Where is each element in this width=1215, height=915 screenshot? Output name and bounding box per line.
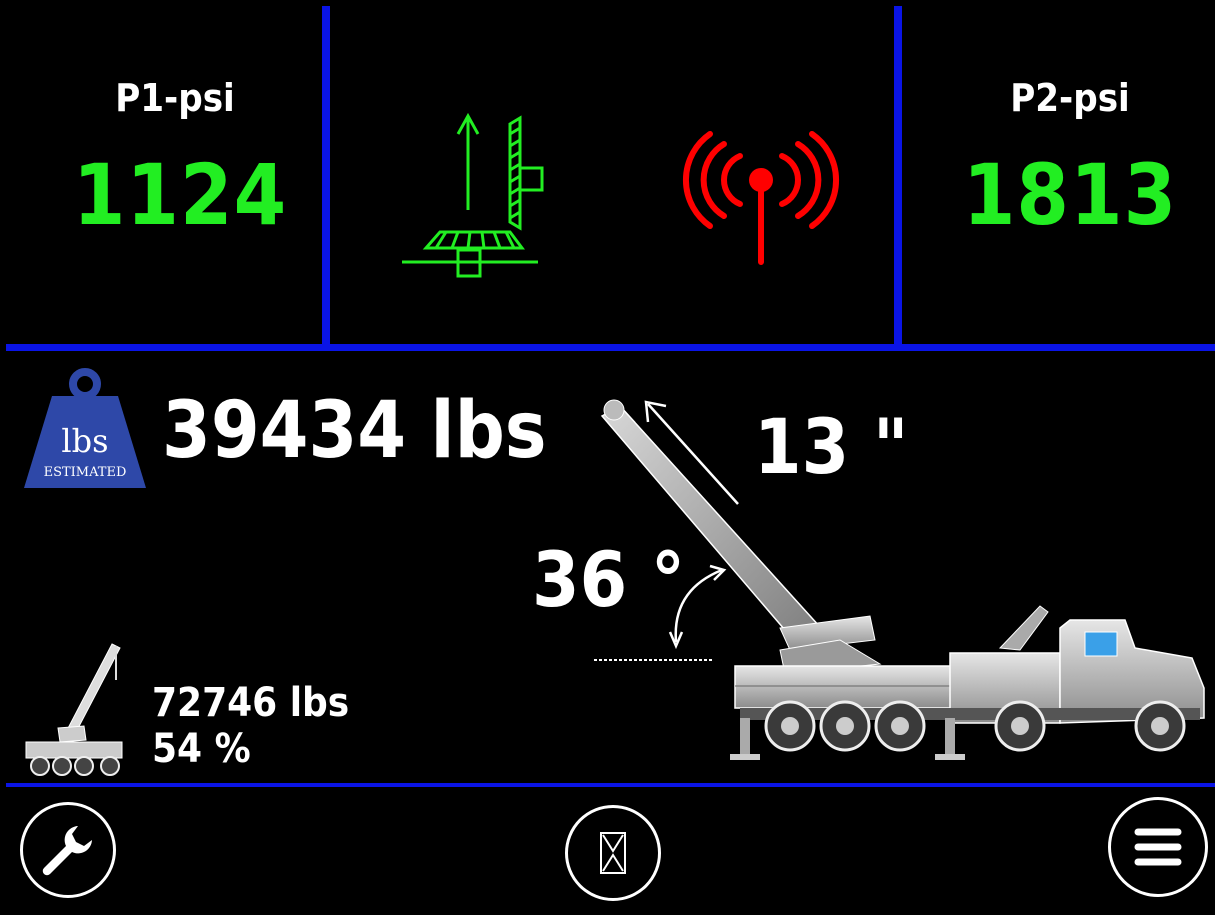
p1-value: 1124: [72, 146, 288, 244]
svg-text:lbs: lbs: [61, 422, 108, 460]
wrench-icon: [42, 826, 92, 876]
menu-button[interactable]: [1108, 797, 1208, 897]
outrigger-level-icon: [402, 112, 544, 278]
crane-capacity-weight: 72746 lbs: [152, 680, 350, 726]
crane-capacity-icon: [25, 643, 123, 776]
weight-estimated-icon: lbs ESTIMATED: [24, 368, 146, 488]
load-weight-value: 39434 lbs: [162, 386, 547, 476]
svg-text:ESTIMATED: ESTIMATED: [44, 465, 127, 480]
boom-extension-arrow: [644, 400, 739, 505]
hamburger-menu-icon: [1134, 828, 1182, 866]
hourglass-icon: [600, 832, 626, 874]
boom-angle-arc-icon: [594, 564, 727, 661]
divider-top-right-vertical: [894, 6, 902, 346]
timer-button[interactable]: [565, 805, 661, 901]
divider-bottom-horizontal: [6, 783, 1215, 787]
divider-top-horizontal: [6, 344, 1215, 351]
divider-top-left-vertical: [322, 6, 330, 346]
boom-extension-value: 13 ": [754, 402, 909, 491]
crane-capacity-percent: 54 %: [152, 726, 251, 772]
p1-label: P1-psi: [115, 76, 235, 120]
p2-label: P2-psi: [1010, 76, 1130, 120]
p2-value: 1813: [962, 146, 1178, 244]
settings-button[interactable]: [20, 802, 116, 898]
wireless-signal-icon: [682, 131, 840, 265]
